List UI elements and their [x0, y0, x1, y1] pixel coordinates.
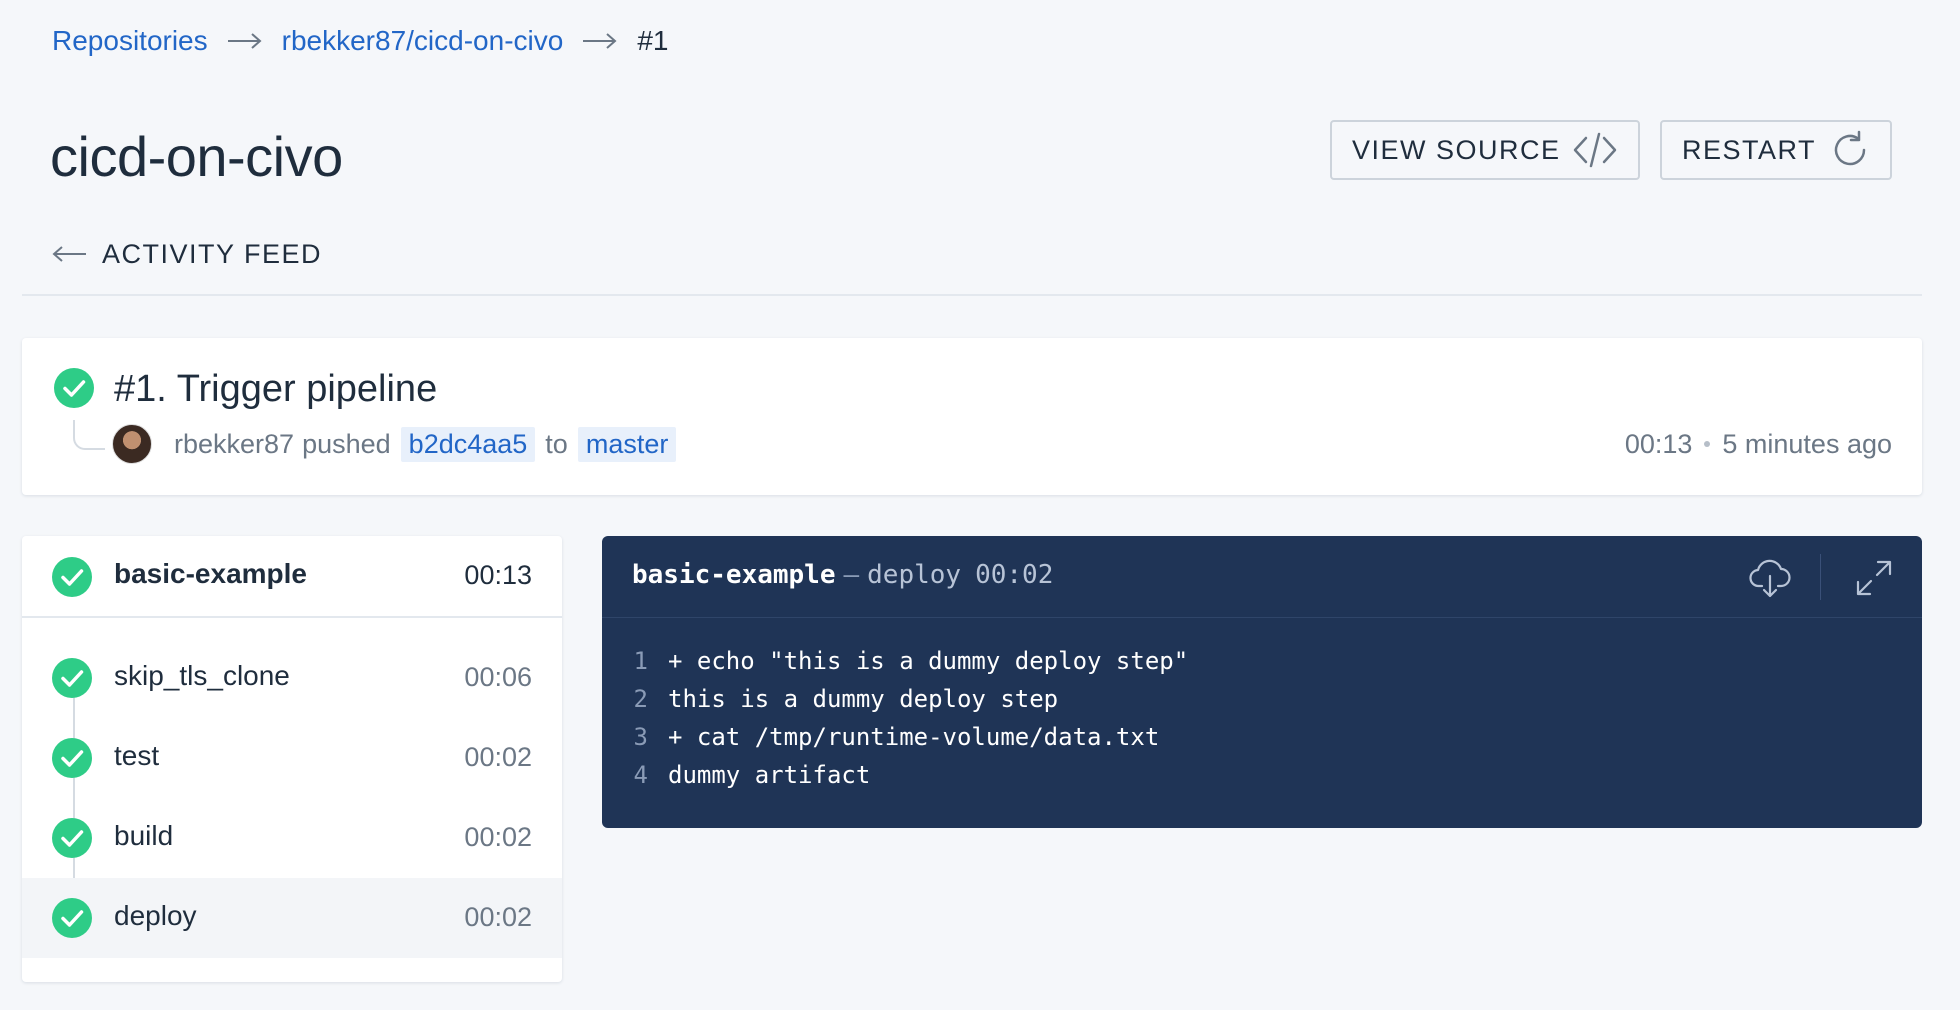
breadcrumb-repo-link[interactable]: rbekker87/cicd-on-civo — [282, 25, 564, 57]
log-line: 1 + echo "this is a dummy deploy step" — [602, 642, 1922, 680]
stage-header[interactable]: basic-example 00:13 — [22, 536, 562, 618]
log-line-number: 2 — [633, 685, 648, 713]
activity-feed-link[interactable]: ACTIVITY FEED — [52, 234, 322, 274]
log-line-text: + echo "this is a dummy deploy step" — [668, 647, 1189, 675]
log-line-number: 1 — [633, 647, 648, 675]
log-title: basic-example — deploy 00:02 — [632, 560, 1053, 590]
check-circle-icon — [52, 738, 92, 778]
view-source-button[interactable]: VIEW SOURCE — [1330, 120, 1640, 180]
check-circle-icon — [52, 658, 92, 698]
check-circle-icon — [54, 368, 94, 408]
step-duration: 00:02 — [464, 902, 532, 932]
log-line: 2 this is a dummy deploy step — [602, 680, 1922, 718]
log-line-number: 4 — [633, 761, 648, 789]
page-title: cicd-on-civo — [50, 125, 343, 188]
branch-link[interactable]: master — [577, 426, 677, 462]
pipeline-meta: 00:13 5 minutes ago — [1625, 426, 1892, 462]
view-source-label: VIEW SOURCE — [1352, 134, 1561, 165]
step-item[interactable]: test 00:02 — [22, 718, 562, 798]
log-panel: basic-example — deploy 00:02 1 + echo "this… — [602, 536, 1922, 828]
restart-label: RESTART — [1682, 134, 1817, 165]
stage-duration: 00:13 — [464, 560, 532, 590]
tree-connector — [73, 420, 105, 450]
check-circle-icon — [52, 557, 92, 597]
log-line-text: this is a dummy deploy step — [668, 685, 1059, 713]
log-step-duration: 00:02 — [975, 560, 1054, 590]
build-page: Repositories rbekker87/cicd-on-civo #1 c… — [0, 0, 1960, 1010]
push-author: rbekker87 — [174, 428, 295, 459]
log-line: 4 dummy artifact — [602, 756, 1922, 794]
avatar — [112, 424, 152, 464]
activity-feed-label: ACTIVITY FEED — [102, 238, 323, 269]
pipeline-card: #1. Trigger pipeline rbekker87 pushed b2… — [22, 338, 1922, 495]
push-info: rbekker87 pushed b2dc4aa5 to master — [174, 426, 686, 462]
step-duration: 00:02 — [464, 742, 532, 772]
arrow-left-icon — [52, 246, 86, 262]
breadcrumb-repositories-link[interactable]: Repositories — [52, 25, 208, 57]
cloud-download-icon[interactable] — [1748, 556, 1792, 600]
log-line-text: dummy artifact — [668, 761, 871, 789]
log-header: basic-example — deploy 00:02 — [602, 536, 1922, 618]
log-output: 1 + echo "this is a dummy deploy step" 2… — [602, 642, 1922, 794]
stage-name: basic-example — [114, 558, 307, 589]
pipeline-time-ago: 5 minutes ago — [1722, 428, 1892, 459]
divider — [22, 294, 1922, 296]
pipeline-title: #1. Trigger pipeline — [114, 368, 438, 410]
restart-button[interactable]: RESTART — [1660, 120, 1892, 180]
step-duration: 00:02 — [464, 822, 532, 852]
step-duration: 00:06 — [464, 662, 532, 692]
refresh-icon — [1834, 130, 1866, 166]
log-header-divider — [1820, 554, 1821, 600]
pipeline-duration: 00:13 — [1624, 428, 1693, 459]
step-item[interactable]: build 00:02 — [22, 798, 562, 878]
stage-panel: basic-example 00:13 skip_tls_clone 00:06… — [22, 536, 562, 982]
step-name: build — [114, 820, 174, 851]
step-item[interactable]: skip_tls_clone 00:06 — [22, 638, 562, 718]
commit-link[interactable]: b2dc4aa5 — [400, 426, 536, 462]
log-job-name: basic-example — [632, 560, 836, 590]
log-line-text: + cat /tmp/runtime-volume/data.txt — [668, 723, 1160, 751]
check-circle-icon — [52, 818, 92, 858]
step-name: test — [114, 740, 160, 771]
expand-icon[interactable] — [1852, 556, 1896, 600]
code-icon — [1573, 132, 1617, 168]
separator-dot — [1704, 441, 1711, 447]
push-to: to — [545, 428, 568, 459]
breadcrumb-build: #1 — [637, 25, 669, 56]
breadcrumb: Repositories rbekker87/cicd-on-civo #1 — [52, 22, 668, 60]
log-step-name: deploy — [867, 560, 962, 590]
log-title-separator: — — [843, 560, 860, 590]
step-item-active[interactable]: deploy 00:02 — [22, 878, 562, 958]
step-name: skip_tls_clone — [114, 660, 290, 691]
check-circle-icon — [52, 898, 92, 938]
log-line: 3 + cat /tmp/runtime-volume/data.txt — [602, 718, 1922, 756]
arrow-right-icon — [583, 33, 617, 49]
step-name: deploy — [114, 900, 197, 931]
arrow-right-icon — [227, 33, 262, 49]
log-line-number: 3 — [633, 723, 648, 751]
push-action: pushed — [302, 428, 391, 459]
